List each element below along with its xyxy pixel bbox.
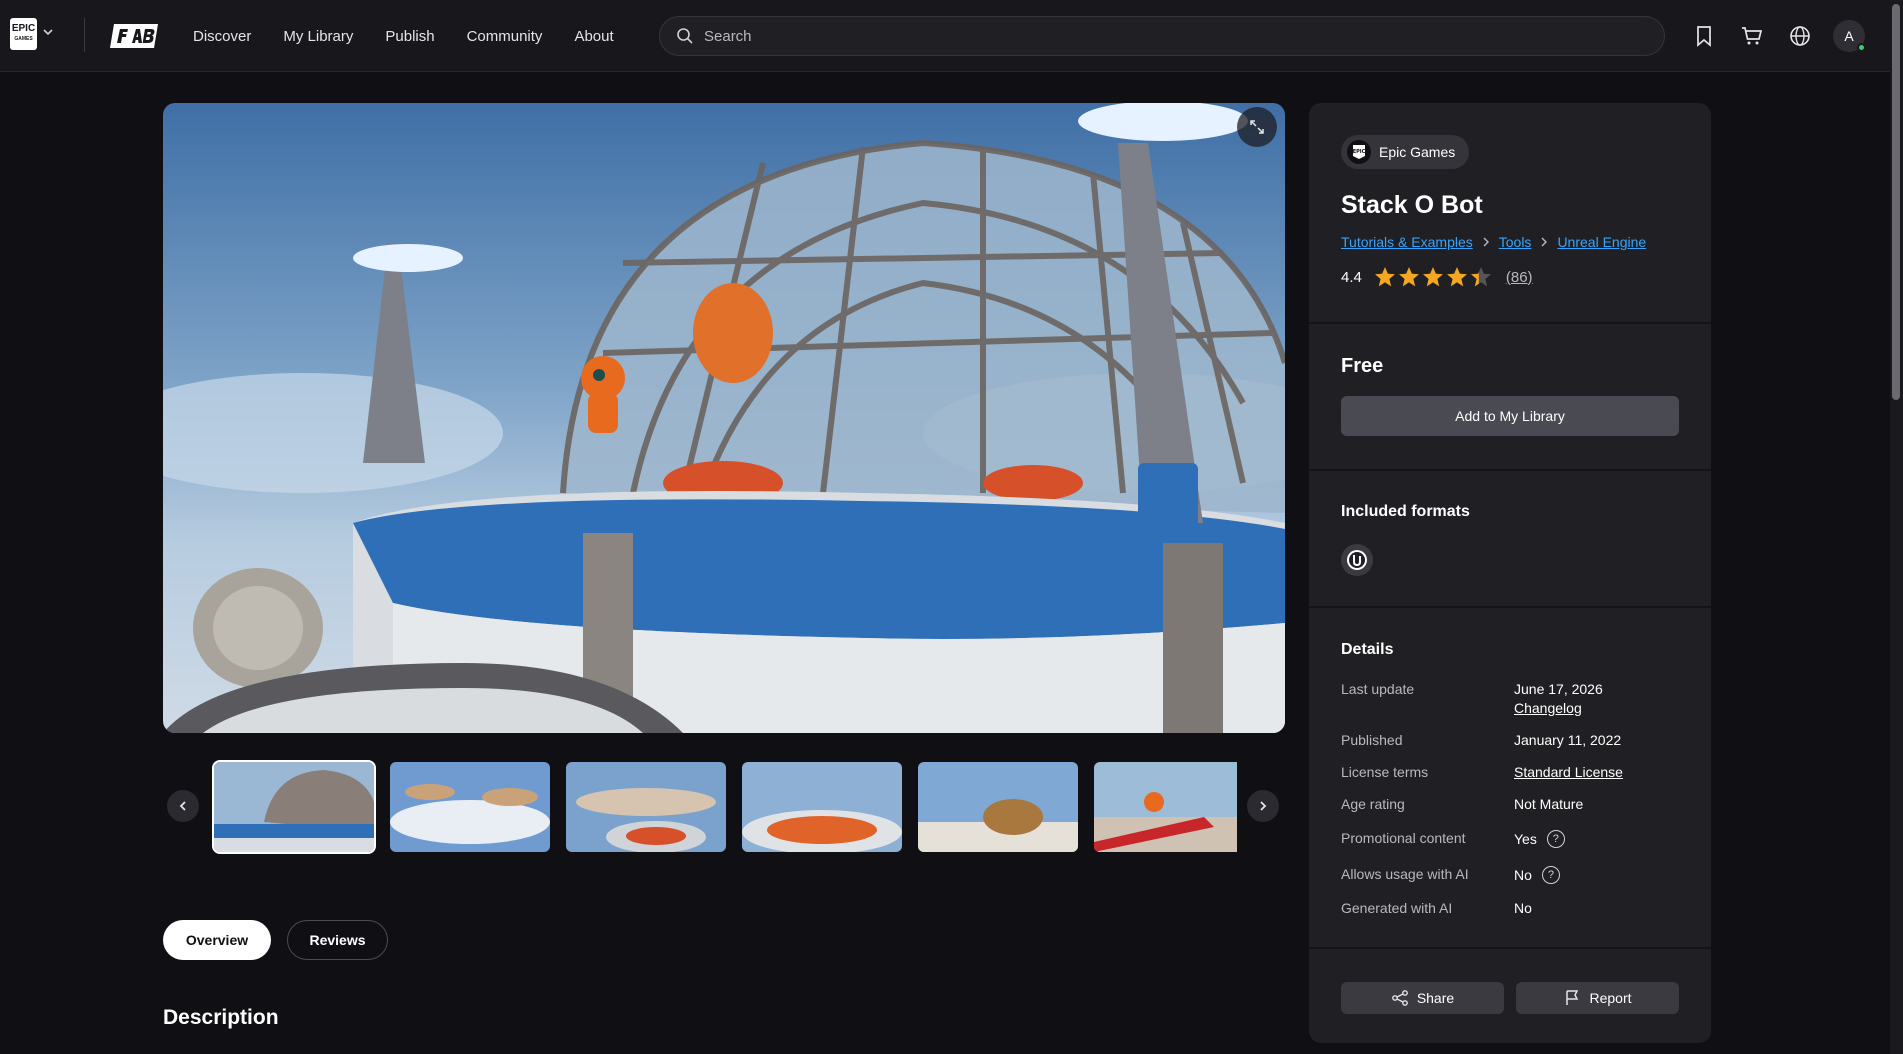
- included-formats-heading: Included formats: [1341, 503, 1470, 520]
- report-button[interactable]: Report: [1516, 982, 1679, 1014]
- detail-value: January 11, 2022: [1514, 732, 1622, 748]
- detail-label: Promotional content: [1341, 830, 1466, 846]
- detail-label: Age rating: [1341, 796, 1405, 812]
- hero-scene-illustration: [163, 103, 1285, 733]
- fullscreen-button[interactable]: [1237, 107, 1277, 147]
- hero-image[interactable]: [163, 103, 1285, 733]
- detail-value: June 17, 2026: [1514, 681, 1603, 697]
- detail-value: No ?: [1514, 866, 1560, 884]
- tab-overview[interactable]: Overview: [163, 920, 271, 960]
- star-icon: [1470, 267, 1491, 287]
- nav-about[interactable]: About: [574, 28, 613, 45]
- detail-label: Generated with AI: [1341, 900, 1453, 916]
- breadcrumb-unreal-engine[interactable]: Unreal Engine: [1557, 234, 1646, 250]
- epic-games-logo[interactable]: EPIC GAMES: [10, 18, 37, 50]
- star-icon: [1398, 267, 1419, 287]
- thumbnail-strip: [212, 760, 1237, 854]
- star-icon: [1446, 267, 1467, 287]
- gallery-next-button[interactable]: [1247, 790, 1279, 822]
- avatar-letter: A: [1844, 28, 1854, 44]
- divider: [1309, 322, 1711, 324]
- seller-chip[interactable]: EPIC Epic Games: [1341, 135, 1470, 169]
- star-icon: [1374, 267, 1395, 287]
- tab-overview-label: Overview: [185, 932, 249, 948]
- detail-value: Yes ?: [1514, 830, 1565, 848]
- add-to-library-label: Add to My Library: [1455, 408, 1565, 424]
- detail-label: License terms: [1341, 764, 1429, 780]
- chevron-left-icon: [179, 801, 186, 811]
- seller-name: Epic Games: [1379, 144, 1456, 160]
- nav-publish[interactable]: Publish: [385, 28, 434, 45]
- detail-value: No: [1514, 900, 1532, 916]
- fab-logo[interactable]: [108, 20, 162, 52]
- product-info-panel: EPIC Epic Games Stack O Bot Tutorials & …: [1309, 103, 1711, 1043]
- nav-my-library[interactable]: My Library: [283, 28, 353, 45]
- main-nav: Discover My Library Publish Community Ab…: [193, 0, 614, 72]
- thumbnail-6[interactable]: [1094, 762, 1237, 852]
- nav-community[interactable]: Community: [467, 28, 543, 45]
- globe-icon[interactable]: [1788, 24, 1812, 48]
- expand-icon: [1250, 120, 1264, 134]
- star-rating: [1374, 266, 1492, 288]
- search-bar[interactable]: [659, 16, 1665, 56]
- chevron-right-icon: [1541, 237, 1548, 247]
- detail-label: Last update: [1341, 681, 1415, 697]
- changelog-link[interactable]: Changelog: [1514, 700, 1582, 716]
- online-status-dot: [1857, 43, 1866, 52]
- search-input[interactable]: [704, 27, 1604, 45]
- flag-icon: [1566, 990, 1579, 1005]
- top-bar: EPIC GAMES Discover My Library Publish Co…: [0, 0, 1890, 72]
- rating-count-link[interactable]: (86): [1506, 269, 1533, 286]
- avatar[interactable]: A: [1833, 20, 1866, 52]
- details-heading: Details: [1341, 641, 1394, 658]
- divider: [1309, 606, 1711, 608]
- price: Free: [1341, 355, 1384, 377]
- tab-reviews[interactable]: Reviews: [287, 920, 388, 960]
- detail-value-text: No: [1514, 867, 1532, 883]
- nav-discover[interactable]: Discover: [193, 28, 251, 45]
- share-icon: [1391, 990, 1408, 1006]
- thumbnail-3[interactable]: [566, 762, 726, 852]
- chevron-right-icon: [1483, 237, 1489, 247]
- search-icon: [677, 28, 693, 44]
- cart-icon[interactable]: [1740, 24, 1764, 48]
- product-title: Stack O Bot: [1341, 191, 1483, 219]
- tab-reviews-label: Reviews: [309, 932, 366, 948]
- breadcrumb-tutorials[interactable]: Tutorials & Examples: [1341, 234, 1473, 250]
- rating-score: 4.4: [1341, 268, 1362, 286]
- chevron-down-icon[interactable]: [42, 26, 54, 38]
- share-label: Share: [1416, 990, 1455, 1006]
- breadcrumb-tools[interactable]: Tools: [1499, 234, 1532, 250]
- thumbnail-1[interactable]: [212, 760, 376, 854]
- detail-value-text: Yes: [1514, 831, 1537, 847]
- topbar-divider: [84, 18, 85, 52]
- detail-label: Published: [1341, 732, 1403, 748]
- divider: [1309, 947, 1711, 949]
- help-icon[interactable]: ?: [1541, 866, 1560, 884]
- description-heading: Description: [163, 1006, 279, 1029]
- brand-text: EPIC: [11, 23, 36, 34]
- help-icon[interactable]: ?: [1546, 830, 1565, 848]
- share-button[interactable]: Share: [1341, 982, 1504, 1014]
- detail-value: Not Mature: [1514, 796, 1584, 812]
- add-to-library-button[interactable]: Add to My Library: [1341, 396, 1679, 436]
- epic-games-icon: EPIC: [1347, 140, 1371, 164]
- unreal-engine-format-icon[interactable]: [1341, 544, 1373, 576]
- divider: [1309, 469, 1711, 471]
- rating-row: 4.4 (86): [1341, 266, 1533, 288]
- detail-label: Allows usage with AI: [1341, 866, 1469, 882]
- breadcrumb: Tutorials & Examples Tools Unreal Engine: [1341, 234, 1646, 250]
- scrollbar-thumb[interactable]: [1892, 4, 1900, 400]
- svg-text:EPIC: EPIC: [1353, 149, 1366, 155]
- license-link[interactable]: Standard License: [1514, 764, 1623, 780]
- brand-sub-text: GAMES: [14, 36, 33, 42]
- thumbnail-4[interactable]: [742, 762, 902, 852]
- thumbnail-2[interactable]: [390, 762, 550, 852]
- report-label: Report: [1589, 990, 1632, 1006]
- gallery-prev-button[interactable]: [167, 790, 199, 822]
- chevron-right-icon: [1260, 801, 1267, 811]
- star-icon: [1422, 267, 1443, 287]
- thumbnail-5[interactable]: [918, 762, 1078, 852]
- bookmark-icon[interactable]: [1692, 24, 1716, 48]
